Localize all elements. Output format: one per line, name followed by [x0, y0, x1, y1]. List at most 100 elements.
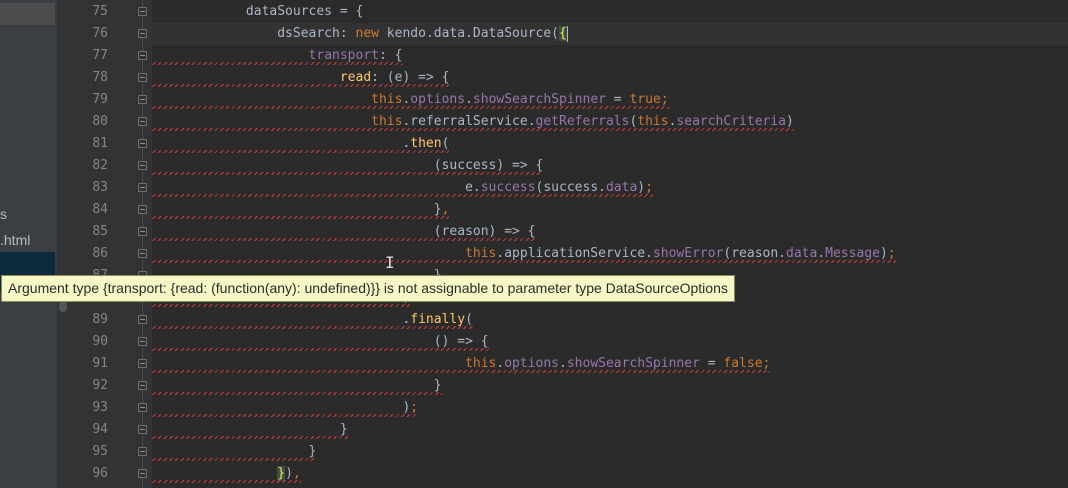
code-line[interactable]: e.success(success.data); [152, 177, 1068, 199]
error-underline [152, 480, 301, 483]
fold-marker-icon[interactable] [138, 403, 147, 412]
code-token: e. [152, 180, 481, 195]
error-underline [152, 238, 536, 241]
fold-marker-icon[interactable] [138, 161, 147, 170]
error-underline [152, 128, 794, 131]
code-token: (success. [535, 180, 606, 195]
code-line[interactable]: }, [152, 199, 1068, 221]
line-number: 92 [92, 378, 108, 393]
code-line[interactable]: (reason) => { [152, 221, 1068, 243]
line-number: 82 [92, 158, 108, 173]
code-token: ( [441, 136, 450, 151]
code-token: ; [410, 400, 419, 415]
text-cursor-icon: I [385, 253, 395, 272]
code-line[interactable]: this.referralService.getReferrals(this.s… [152, 111, 1068, 133]
code-token: this [637, 114, 669, 129]
error-underline [152, 370, 771, 373]
code-token: ; [660, 92, 669, 107]
code-line[interactable]: this.applicationService.showError(reason… [152, 243, 1068, 265]
project-tree-item[interactable]: .html [0, 232, 30, 248]
fold-marker-icon[interactable] [138, 139, 147, 148]
code-line[interactable]: dsSearch: new kendo.data.DataSource({ [152, 23, 1068, 45]
error-tooltip: Argument type {transport: {read: (functi… [1, 275, 735, 302]
code-token: dataSources = { [152, 4, 364, 19]
code-line[interactable]: read: (e) => { [152, 67, 1068, 89]
fold-marker-icon[interactable] [138, 29, 147, 38]
code-token: data [605, 180, 638, 195]
line-number: 90 [92, 334, 108, 349]
code-text: dataSources = { [152, 1, 363, 23]
code-token: read [339, 70, 372, 85]
code-token: data [786, 246, 818, 261]
line-number: 81 [92, 136, 108, 151]
code-token: this [465, 246, 497, 261]
fold-marker-icon[interactable] [138, 337, 147, 346]
code-token: } [152, 202, 442, 217]
error-underline [152, 436, 348, 439]
code-token: , [292, 466, 301, 481]
code-token: ( [465, 312, 473, 327]
code-line[interactable]: } [152, 441, 1068, 463]
code-editor[interactable]: dataSources = { dsSearch: new kendo.data… [152, 0, 1068, 488]
code-line[interactable]: transport: { [152, 45, 1068, 67]
error-underline [152, 194, 653, 197]
code-line[interactable]: () => { [152, 331, 1068, 353]
code-token: ; [762, 356, 771, 371]
code-line[interactable]: } [152, 419, 1068, 441]
code-token: options [504, 356, 560, 371]
code-line[interactable]: .finally( [152, 309, 1068, 331]
code-token: kendo.data.DataSource( [378, 26, 559, 41]
code-line[interactable]: (success) => { [152, 155, 1068, 177]
code-line[interactable]: } [152, 375, 1068, 397]
code-token: success [480, 180, 536, 195]
project-tree-item[interactable]: s [0, 206, 7, 222]
code-line[interactable]: dataSources = { [152, 1, 1068, 23]
line-number: 93 [92, 400, 108, 415]
code-token: this [371, 114, 403, 129]
fold-marker-icon[interactable] [138, 117, 147, 126]
code-token: this [371, 92, 403, 107]
code-token: searchCriteria [676, 114, 786, 129]
code-line[interactable]: this.options.showSearchSpinner = true; [152, 89, 1068, 111]
project-tree-selected-row[interactable] [0, 3, 55, 25]
fold-marker-icon[interactable] [138, 447, 147, 456]
code-token: . [817, 246, 826, 261]
fold-marker-icon[interactable] [138, 315, 147, 324]
line-number: 83 [92, 180, 108, 195]
fold-marker-icon[interactable] [138, 381, 147, 390]
code-line[interactable]: }), [152, 463, 1068, 485]
code-token: } [152, 378, 442, 393]
code-token: . [465, 92, 473, 107]
error-underline [152, 348, 489, 351]
code-token: () => { [152, 334, 489, 349]
line-number: 76 [92, 26, 108, 41]
fold-marker-icon[interactable] [138, 359, 147, 368]
code-token: : { [379, 48, 403, 63]
code-token: : (e) => { [371, 70, 450, 85]
fold-marker-icon[interactable] [138, 469, 147, 478]
code-token: Message [825, 246, 880, 261]
fold-marker-icon[interactable] [138, 425, 147, 434]
editor-gutter: 7576777879808182838485868788899091929394… [70, 0, 152, 488]
error-underline [152, 106, 669, 109]
fold-marker-icon[interactable] [138, 51, 147, 60]
fold-marker-icon[interactable] [138, 249, 147, 258]
fold-marker-icon[interactable] [138, 183, 147, 192]
fold-marker-icon[interactable] [138, 205, 147, 214]
code-line[interactable]: this.options.showSearchSpinner = false; [152, 353, 1068, 375]
code-token: showSearchSpinner [566, 356, 700, 371]
fold-marker-icon[interactable] [138, 95, 147, 104]
fold-marker-icon[interactable] [138, 7, 147, 16]
error-underline [152, 326, 473, 329]
line-number: 77 [92, 48, 108, 63]
fold-marker-icon[interactable] [138, 73, 147, 82]
code-token: = [605, 92, 630, 107]
project-tree-scrollbar[interactable] [57, 0, 70, 488]
code-line[interactable]: .then( [152, 133, 1068, 155]
line-number: 84 [92, 202, 108, 217]
code-line[interactable]: ); [152, 397, 1068, 419]
fold-marker-icon[interactable] [138, 227, 147, 236]
error-underline [152, 414, 419, 417]
